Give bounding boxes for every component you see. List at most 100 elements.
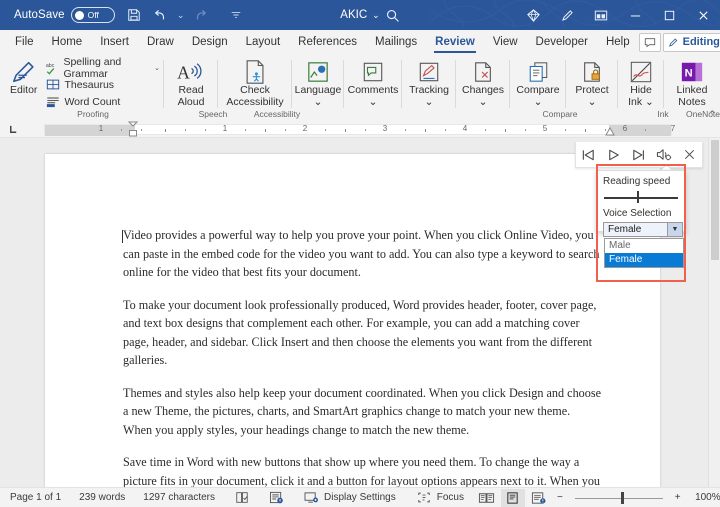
tab-layout[interactable]: Layout <box>237 30 290 54</box>
group-label-accessibility: Accessibility <box>240 109 314 119</box>
ruler-num-7: 7 <box>671 124 675 133</box>
page-count[interactable]: Page 1 of 1 <box>0 492 70 503</box>
zoom-percentage[interactable]: 100% <box>687 492 720 503</box>
customize-quick-access-icon[interactable] <box>223 3 249 27</box>
voice-option-female[interactable]: Female <box>605 253 683 267</box>
protect-icon <box>581 59 603 85</box>
read-mode-view-button[interactable] <box>475 489 499 507</box>
tab-developer[interactable]: Developer <box>527 30 597 54</box>
document-title[interactable]: AKIC <box>340 9 367 21</box>
display-settings-button[interactable]: Display Settings <box>294 489 405 506</box>
zoom-in-button[interactable]: + <box>671 492 685 503</box>
changes-button[interactable]: Changes ⌄ <box>460 57 506 108</box>
read-aloud-close-button[interactable] <box>678 144 700 166</box>
document-title-caret-icon[interactable]: ⌄ <box>372 10 380 21</box>
tab-view[interactable]: View <box>484 30 527 54</box>
proofing-errors-button[interactable] <box>224 489 259 506</box>
read-aloud-icon: A <box>176 59 206 85</box>
hide-ink-button[interactable]: Hide Ink ⌄ <box>622 57 660 108</box>
search-icon[interactable] <box>385 0 400 30</box>
tab-references[interactable]: References <box>289 30 366 54</box>
zoom-out-button[interactable]: − <box>553 492 567 503</box>
changes-label: Changes ⌄ <box>462 85 504 108</box>
read-aloud-settings-button[interactable] <box>653 144 675 166</box>
tab-mailings[interactable]: Mailings <box>366 30 426 54</box>
compare-button[interactable]: Compare ⌄ <box>514 57 562 108</box>
editor-button[interactable]: Editor <box>4 57 43 97</box>
spelling-grammar-icon: abc <box>45 60 59 75</box>
ribbon-group-labels: Proofing Speech Accessibility Compare In… <box>0 108 720 121</box>
tab-file[interactable]: File <box>6 30 43 54</box>
word-count[interactable]: 239 words <box>70 492 134 503</box>
reading-speed-thumb[interactable] <box>637 191 640 203</box>
ruler-num-1: 1 <box>223 124 227 133</box>
hide-ink-icon <box>629 59 653 85</box>
web-layout-view-button[interactable] <box>527 489 551 507</box>
word-count-label: Word Count <box>64 96 120 108</box>
read-aloud-previous-button[interactable] <box>578 144 600 166</box>
linked-notes-button[interactable]: N Linked Notes <box>668 57 716 108</box>
spelling-and-grammar-button[interactable]: abc Spelling and Grammar ⌄ <box>43 59 160 76</box>
diamond-icon[interactable] <box>516 0 550 30</box>
voice-selection-label: Voice Selection <box>603 208 679 219</box>
autosave-label: AutoSave <box>14 9 65 21</box>
print-layout-view-button[interactable] <box>501 489 525 507</box>
ribbon-display-options-icon[interactable] <box>584 0 618 30</box>
tab-stop-icon[interactable] <box>6 123 20 136</box>
pencil-icon <box>668 37 680 48</box>
editor-pen-icon <box>10 59 38 85</box>
editor-label: Editor <box>10 85 37 97</box>
maximize-icon[interactable] <box>652 0 686 30</box>
collapse-ribbon-caret-icon[interactable]: ⌃ <box>708 109 716 120</box>
voice-selection-combobox[interactable]: Female ▼ Male Female <box>603 222 683 237</box>
comments-label: Comments ⌄ <box>348 85 399 108</box>
comments-icon <box>362 59 384 85</box>
tab-design[interactable]: Design <box>183 30 237 54</box>
save-icon[interactable] <box>121 3 147 27</box>
document-page[interactable]: Video provides a powerful way to help yo… <box>45 154 660 487</box>
zoom-slider-track <box>575 498 663 499</box>
editing-mode-button[interactable]: Editing ⌄ <box>663 33 720 52</box>
undo-icon[interactable] <box>147 3 173 27</box>
accessibility-checker-button[interactable] <box>259 489 294 506</box>
autosave-toggle[interactable]: Off <box>71 7 115 23</box>
voice-option-male[interactable]: Male <box>605 239 683 253</box>
left-indent-marker[interactable] <box>128 121 138 137</box>
zoom-slider[interactable] <box>575 491 663 505</box>
voice-selection-dropdown-list: Male Female <box>604 238 684 268</box>
ribbon-tabs: File Home Insert Draw Design Layout Refe… <box>0 30 720 54</box>
focus-button[interactable]: Focus <box>407 489 473 506</box>
ruler[interactable]: 1 1 2 3 4 5 6 7 <box>0 121 720 138</box>
vertical-scrollbar[interactable] <box>708 138 720 487</box>
scrollbar-thumb[interactable] <box>711 140 719 260</box>
comments-button[interactable]: Comments ⌄ <box>348 57 399 108</box>
reading-speed-slider[interactable] <box>604 191 678 203</box>
tab-draw[interactable]: Draw <box>138 30 183 54</box>
zoom-slider-thumb[interactable] <box>621 492 624 504</box>
minimize-icon[interactable] <box>618 0 652 30</box>
thesaurus-icon <box>45 77 60 92</box>
spelling-caret-icon[interactable]: ⌄ <box>154 64 160 72</box>
tracking-button[interactable]: Tracking ⌄ <box>406 57 452 108</box>
close-icon[interactable] <box>686 0 720 30</box>
tab-help[interactable]: Help <box>597 30 639 54</box>
pen-icon[interactable] <box>550 0 584 30</box>
document-text[interactable]: Video provides a powerful way to help yo… <box>123 226 601 487</box>
read-aloud-next-button[interactable] <box>628 144 650 166</box>
ruler-right-margin <box>609 125 671 136</box>
language-button[interactable]: Language ⌄ <box>295 57 342 108</box>
comment-icon[interactable] <box>639 33 661 52</box>
previous-icon <box>581 148 596 162</box>
character-count[interactable]: 1297 characters <box>134 492 224 503</box>
read-aloud-play-button[interactable] <box>603 144 625 166</box>
ruler-track[interactable]: 1 1 2 3 4 5 6 7 <box>44 124 672 135</box>
right-indent-marker[interactable] <box>605 127 615 136</box>
tab-review[interactable]: Review <box>426 30 484 54</box>
protect-button[interactable]: Protect ⌄ <box>570 57 614 108</box>
tab-home[interactable]: Home <box>43 30 92 54</box>
linked-notes-label: Linked Notes <box>677 85 708 108</box>
tab-insert[interactable]: Insert <box>91 30 138 54</box>
read-aloud-button[interactable]: A Read Aloud <box>168 57 214 108</box>
chevron-down-icon[interactable]: ▼ <box>667 223 682 236</box>
undo-dropdown-caret-icon[interactable]: ⌄ <box>173 3 189 27</box>
